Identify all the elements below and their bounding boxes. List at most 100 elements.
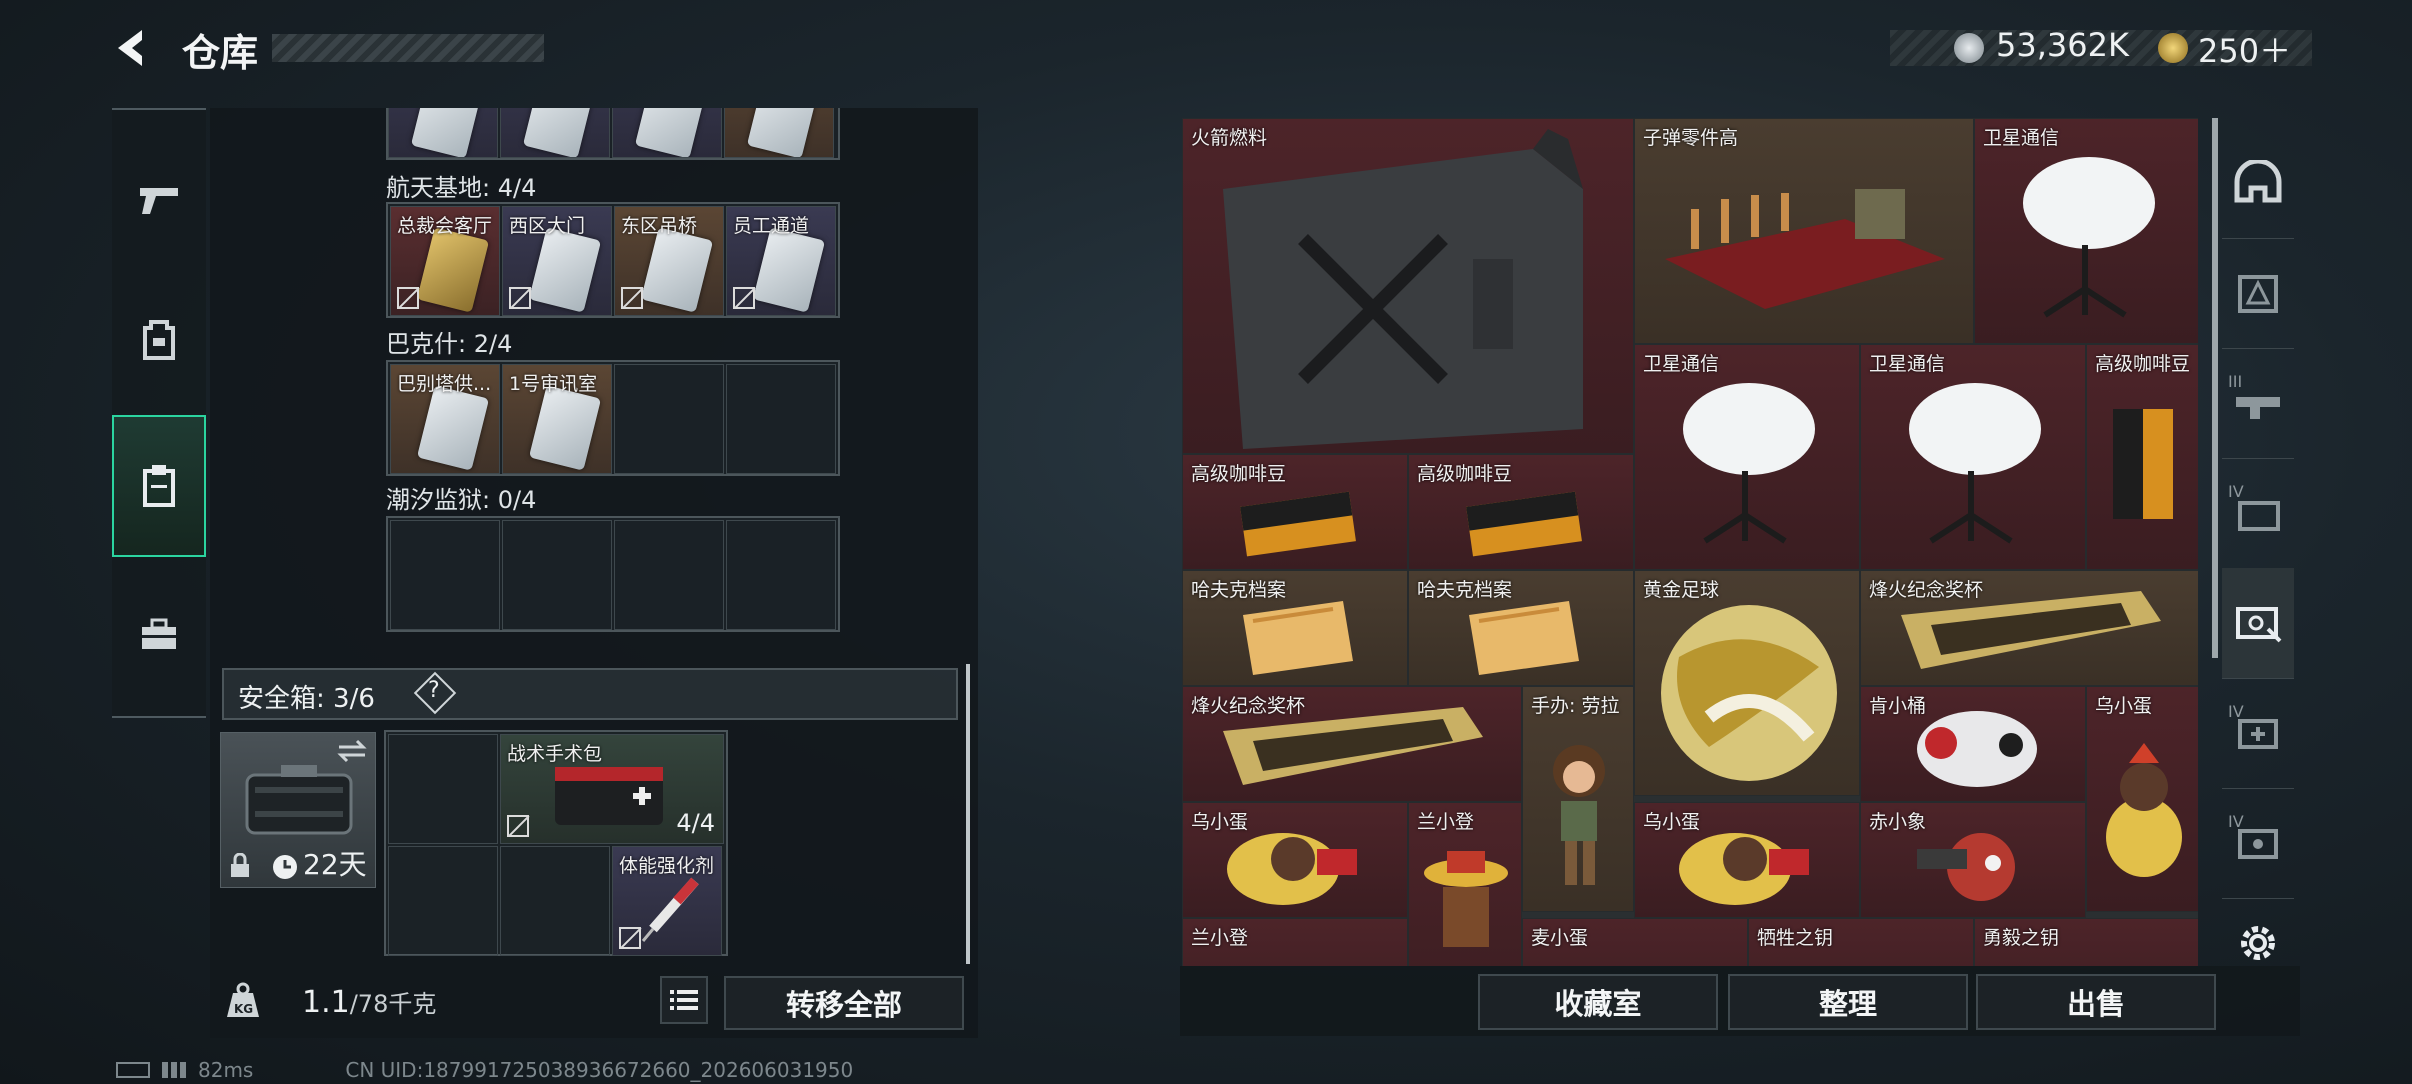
keycard-slot[interactable]: 东区吊桥 xyxy=(614,206,724,316)
keycard-slot[interactable]: 巴别塔供... xyxy=(390,364,500,474)
category-tab-armor[interactable] xyxy=(2222,238,2294,349)
stash-item[interactable]: 高级咖啡豆 xyxy=(2086,344,2198,570)
collection-room-button[interactable]: 收藏室 xyxy=(1478,974,1718,1030)
empty-slot[interactable] xyxy=(388,734,498,844)
stash-item[interactable]: 卫星通信 xyxy=(1634,344,1860,570)
empty-slot[interactable] xyxy=(388,846,498,956)
stash-item[interactable]: 黄金足球 xyxy=(1634,570,1860,796)
keycard-slot[interactable] xyxy=(500,108,610,158)
satellite-dish-icon xyxy=(1683,383,1815,544)
item-label: 兰小登 xyxy=(1417,811,1475,833)
bound-icon xyxy=(397,287,419,309)
keycard-slot[interactable]: 西区大门 xyxy=(502,206,612,316)
left-nav xyxy=(112,108,206,718)
stash-item[interactable]: 麦小蛋 xyxy=(1522,918,1748,966)
back-arrow-icon[interactable] xyxy=(112,26,154,70)
stash-item[interactable]: 火箭燃料 xyxy=(1182,118,1634,454)
stash-item[interactable]: 哈夫克档案 xyxy=(1408,570,1634,686)
nav-keys[interactable] xyxy=(112,415,206,557)
stash-item[interactable]: 肯小桶 xyxy=(1860,686,2086,802)
armor-icon xyxy=(2238,275,2278,313)
empty-slot[interactable] xyxy=(502,520,612,630)
stash-item[interactable]: 高级咖啡豆 xyxy=(1408,454,1634,570)
coffee-bag-icon xyxy=(1466,491,1582,557)
nav-gear[interactable] xyxy=(112,280,206,400)
gear-icon xyxy=(2241,926,2275,960)
medkit-item[interactable]: 战术手术包 4/4 xyxy=(500,734,724,844)
syringe-icon xyxy=(641,877,699,942)
keycard-slot[interactable]: 总裁会客厅 xyxy=(390,206,500,316)
status-bar: 82ms CN UID:1879917250389366726​60_20260… xyxy=(116,1058,853,1082)
organize-button[interactable]: 整理 xyxy=(1728,974,1968,1030)
category-tab-rifle[interactable]: III xyxy=(2222,348,2294,459)
section-label-prison: 潮汐监狱: 0/4 xyxy=(386,486,537,514)
list-view-button[interactable] xyxy=(660,976,708,1024)
stash-item[interactable]: 乌小蛋 xyxy=(2086,686,2198,912)
keycard-slot[interactable]: 员工通道 xyxy=(726,206,836,316)
item-label: 卫星通信 xyxy=(1643,353,1720,375)
stash-item[interactable]: 牺牲之钥 xyxy=(1748,918,1974,966)
safe-box-slot[interactable]: 22天 xyxy=(220,732,376,888)
safe-box-duration: 22天 xyxy=(303,848,367,881)
swap-icon[interactable] xyxy=(337,739,367,763)
item-label: 手办: 劳拉 xyxy=(1531,695,1620,717)
left-scrollbar[interactable] xyxy=(966,664,970,964)
booster-item[interactable]: 体能强化剂 xyxy=(612,846,722,956)
sell-button[interactable]: 出售 xyxy=(1976,974,2216,1030)
coffee-bag-icon xyxy=(2113,409,2173,519)
silver-coin-icon xyxy=(1954,33,1984,63)
category-tab-misc[interactable]: IV xyxy=(2222,788,2294,899)
coffee-bag-icon xyxy=(1240,491,1356,557)
lock-icon xyxy=(231,853,249,877)
stash-scrollbar[interactable] xyxy=(2212,118,2218,658)
empty-slot[interactable] xyxy=(726,364,836,474)
stash-item[interactable]: 烽火纪念奖杯 xyxy=(1182,686,1522,802)
bound-icon xyxy=(619,927,641,949)
keycard-label: 东区吊桥 xyxy=(621,215,698,237)
battery-icon xyxy=(116,1062,150,1078)
transfer-all-button[interactable]: 转移全部 xyxy=(724,976,964,1030)
empty-slot[interactable] xyxy=(614,520,724,630)
weight-readout: 1.1/78千克 xyxy=(302,984,436,1020)
stash-item[interactable]: 手办: 劳拉 xyxy=(1522,686,1634,912)
currency-main: 53,362K xyxy=(1996,26,2129,64)
signal-icon xyxy=(162,1062,186,1078)
weight-value: 1.1 xyxy=(302,985,350,1020)
keycard-slot[interactable] xyxy=(612,108,722,158)
stash-item[interactable]: 卫星通信 xyxy=(1974,118,2198,344)
empty-slot[interactable] xyxy=(614,364,724,474)
fuel-canister-icon xyxy=(1223,129,1583,449)
document-folder-icon xyxy=(1469,601,1579,675)
satellite-dish-icon xyxy=(1909,383,2041,544)
empty-slot[interactable] xyxy=(390,520,500,630)
elephant-figure-icon xyxy=(1917,833,2015,901)
stash-item[interactable]: 勇毅之钥 xyxy=(1974,918,2198,966)
keycard-slot[interactable] xyxy=(724,108,834,158)
stash-item[interactable]: 烽火纪念奖杯 xyxy=(1860,570,2198,686)
category-tab-keycard[interactable] xyxy=(2222,568,2294,679)
stash-item[interactable]: 兰小登 xyxy=(1182,918,1408,966)
stash-item[interactable]: 高级咖啡豆 xyxy=(1182,454,1408,570)
nav-weapons[interactable] xyxy=(112,140,206,260)
keycard-slot[interactable] xyxy=(388,108,498,158)
category-tab-medical[interactable]: IV xyxy=(2222,678,2294,789)
nav-misc[interactable] xyxy=(112,575,206,695)
category-tab-helmet[interactable] xyxy=(2222,128,2294,239)
weight-capacity: /78千克 xyxy=(349,990,437,1018)
currency-secondary[interactable]: 250＋ xyxy=(2198,26,2291,72)
empty-slot[interactable] xyxy=(726,520,836,630)
item-label: 勇毅之钥 xyxy=(1983,927,2060,949)
empty-slot[interactable] xyxy=(500,846,610,956)
keycard-slot[interactable]: 1号审讯室 xyxy=(502,364,612,474)
category-tab-backpack[interactable]: IV xyxy=(2222,458,2294,569)
stash-item[interactable]: 乌小蛋 xyxy=(1634,802,1860,918)
stash-item[interactable]: 赤小象 xyxy=(1860,802,2086,918)
stash-item[interactable]: 兰小登 xyxy=(1408,802,1522,966)
item-label: 麦小蛋 xyxy=(1531,927,1589,949)
stash-item[interactable]: 乌小蛋 xyxy=(1182,802,1408,918)
stash-item[interactable]: 子弹零件高 xyxy=(1634,118,1974,344)
section-label-spacebase: 航天基地: 4/4 xyxy=(386,174,537,202)
stash-item[interactable]: 哈夫克档案 xyxy=(1182,570,1408,686)
stash-item[interactable]: 卫星通信 xyxy=(1860,344,2086,570)
toolbox-icon xyxy=(142,618,176,649)
